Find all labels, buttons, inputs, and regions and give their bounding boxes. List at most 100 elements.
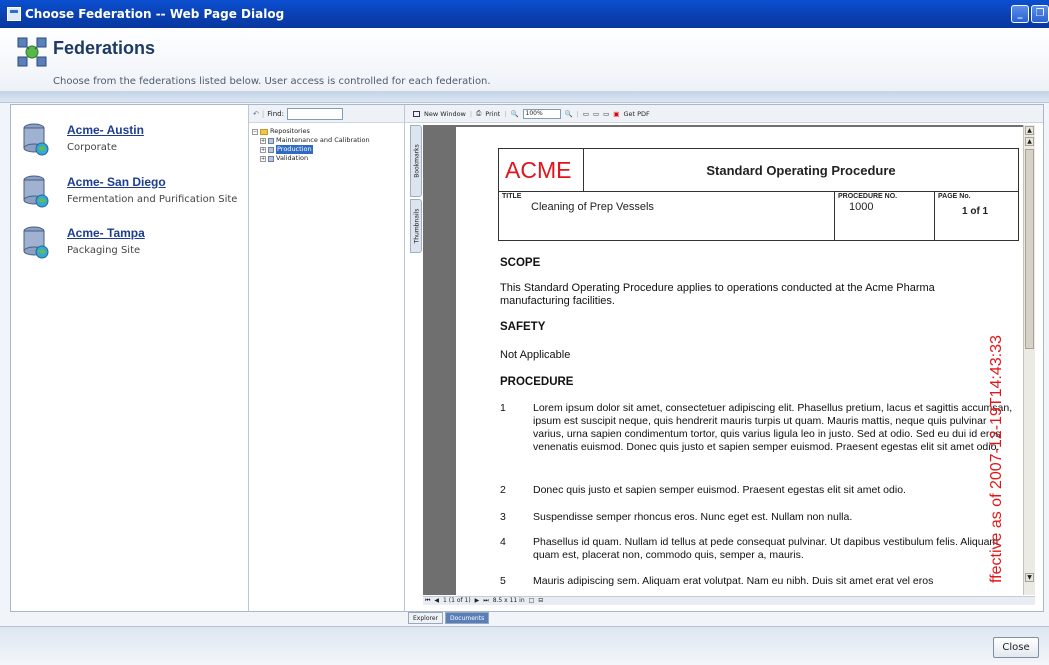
continuous-icon[interactable]: ⊟ [538,597,543,605]
step-number: 3 [500,511,506,523]
step-text: Donec quis justo et sapien semper euismo… [533,484,906,496]
expand-icon[interactable]: + [260,146,266,153]
window-title: Choose Federation -- Web Page Dialog [25,7,285,21]
repository-icon [268,137,274,144]
page-number-cell: PAGE No. 1 of 1 [935,192,1018,240]
scroll-page-up-icon[interactable]: ▲ [1025,137,1034,146]
safety-text: Not Applicable [500,349,571,361]
repository-tree: − Repositories + Maintenance and Calibra… [249,123,404,163]
last-page-icon[interactable]: ⏭ [483,597,488,605]
actual-size-icon[interactable]: ▭ [603,110,609,118]
step-number: 5 [500,575,506,587]
title-value: Cleaning of Prep Vessels [531,201,654,213]
next-page-icon[interactable]: ▶ [475,597,480,605]
tree-root[interactable]: − Repositories [252,127,404,136]
minimize-button[interactable]: _ [1011,5,1029,23]
tree-toolbar: ↶ | Find: [249,105,404,123]
step-text: Lorem ipsum dolor sit amet, consectetuer… [533,402,1013,453]
back-icon[interactable]: ↶ [253,110,259,118]
page-number-label: PAGE No. [938,193,971,200]
scope-heading: SCOPE [500,257,541,269]
document-scrollbar[interactable]: ▲ ▲ ▼ [1023,125,1035,595]
federation-item[interactable]: Acme- Austin Corporate [21,123,241,163]
procedure-number-cell: PROCEDURE NO. 1000 [835,192,935,240]
page-header: Federations Choose from the federations … [0,28,1049,92]
scope-text-line-2: manufacturing facilities. [500,295,615,307]
restore-button[interactable]: ❐ [1031,5,1049,23]
tree-root-label: Repositories [270,127,310,135]
expand-icon[interactable]: + [260,137,266,144]
database-icon [23,175,49,208]
federation-network-icon [17,37,47,67]
federation-description: Fermentation and Purification Site [67,194,238,205]
fit-width-icon[interactable]: ▭ [593,110,599,118]
find-label: Find: [267,109,284,118]
folder-icon [260,128,268,135]
tree-item-selected[interactable]: + Production [252,145,404,154]
find-input[interactable] [286,107,343,120]
federation-link[interactable]: Acme- Tampa [67,226,145,240]
procedure-heading: PROCEDURE [500,376,574,388]
tab-bookmarks-label: Bookmarks [413,144,421,178]
page-indicator: 1 (1 of 1) [443,597,471,604]
tree-item-label: Maintenance and Calibration [276,136,370,144]
scroll-up-icon[interactable]: ▲ [1025,126,1034,135]
prev-page-icon[interactable]: ◀ [434,597,439,605]
zoom-in-icon[interactable]: 🔍 [565,110,573,118]
tab-thumbnails[interactable]: Thumbnails [410,199,422,253]
tab-thumbnails-label: Thumbnails [413,208,421,244]
step-text: Suspendisse semper rhoncus eros. Nunc eg… [533,511,853,523]
zoom-out-icon[interactable]: 🔍 [510,110,518,118]
fit-page-icon[interactable]: ▭ [583,110,589,118]
page-navigation-bar: ⏮ ◀ 1 (1 of 1) ▶ ⏭ 8.5 x 11 in □ ⊟ [423,596,1035,605]
document-page: ACME Standard Operating Procedure TITLE … [456,127,1026,595]
federation-link[interactable]: Acme- San Diego [67,175,166,189]
database-icon [23,226,49,259]
repository-icon [268,146,274,153]
step-number: 4 [500,536,506,548]
federation-description: Corporate [67,142,117,153]
dialog-icon [7,7,21,21]
zoom-select[interactable]: 100% [522,108,561,119]
scrollbar-thumb[interactable] [1025,149,1034,349]
expand-icon[interactable]: + [260,155,266,162]
federation-link[interactable]: Acme- Austin [67,123,144,137]
bottom-tabs: Explorer Documents [408,612,490,626]
procedure-number-label: PROCEDURE NO. [838,193,898,200]
database-icon [23,123,49,156]
step-text: Mauris adipiscing sem. Aliquam erat volu… [533,575,934,587]
page-size: 8.5 x 11 in [492,597,525,604]
get-pdf-button[interactable]: Get PDF [623,110,649,118]
pdf-icon[interactable]: ▣ [613,110,619,118]
first-page-icon[interactable]: ⏮ [425,597,430,605]
new-window-icon[interactable] [413,110,420,117]
federation-item[interactable]: Acme- Tampa Packaging Site [21,226,241,266]
title-cell: TITLE Cleaning of Prep Vessels [499,192,835,240]
page-number-value: 1 of 1 [962,206,989,217]
print-button[interactable]: Print [485,110,500,118]
federation-item[interactable]: Acme- San Diego Fermentation and Purific… [21,175,241,215]
page-title: Federations [53,38,156,58]
header-divider [0,92,1049,103]
tab-documents[interactable]: Documents [444,612,490,624]
sop-title: Standard Operating Procedure [584,149,1018,192]
company-logo-text: ACME [499,149,584,192]
viewer-toolbar: New Window | ⎙ Print | 🔍 100% 🔍 | ▭ ▭ ▭ … [405,105,1043,123]
tab-bookmarks[interactable]: Bookmarks [410,125,422,197]
step-number: 2 [500,484,506,496]
print-icon[interactable]: ⎙ [476,109,481,118]
window-title-bar: Choose Federation -- Web Page Dialog _ ❐ [0,0,1049,28]
new-window-button[interactable]: New Window [424,110,466,118]
tree-item-label: Validation [276,154,309,162]
procedure-number-value: 1000 [849,201,874,213]
scroll-down-icon[interactable]: ▼ [1025,573,1034,582]
close-button[interactable]: Close [993,637,1039,658]
single-page-icon[interactable]: □ [529,597,535,605]
step-text: Phasellus id quam. Nullam id tellus at p… [533,536,999,561]
tree-item[interactable]: + Validation [252,154,404,163]
tab-explorer[interactable]: Explorer [408,612,443,624]
tree-item[interactable]: + Maintenance and Calibration [252,136,404,145]
step-number: 1 [500,402,506,414]
collapse-icon[interactable]: − [252,128,258,135]
repository-icon [268,155,274,162]
